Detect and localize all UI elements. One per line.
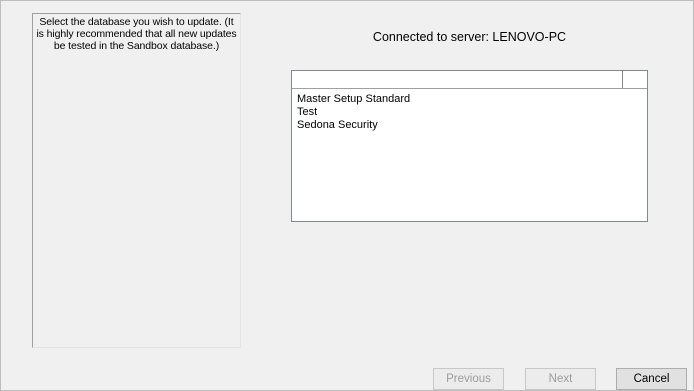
list-body: Master Setup Standard Test Sedona Securi… (292, 89, 647, 132)
server-connection-label: Connected to server: LENOVO-PC (372, 30, 567, 44)
instructions-panel: Select the database you wish to update. … (32, 13, 241, 348)
list-column-header[interactable] (292, 71, 623, 88)
database-item-test[interactable]: Test (297, 106, 643, 119)
previous-button[interactable]: Previous (433, 368, 504, 390)
cancel-button[interactable]: Cancel (616, 368, 687, 390)
database-list[interactable]: Master Setup Standard Test Sedona Securi… (291, 70, 648, 222)
list-header (292, 71, 647, 89)
instructions-text: Select the database you wish to update. … (36, 16, 237, 52)
database-item-sedona-security[interactable]: Sedona Security (297, 119, 643, 132)
update-database-dialog: Select the database you wish to update. … (0, 0, 694, 391)
next-button[interactable]: Next (525, 368, 596, 390)
database-item-master-setup-standard[interactable]: Master Setup Standard (297, 93, 643, 106)
list-column-header-end[interactable] (625, 71, 647, 88)
